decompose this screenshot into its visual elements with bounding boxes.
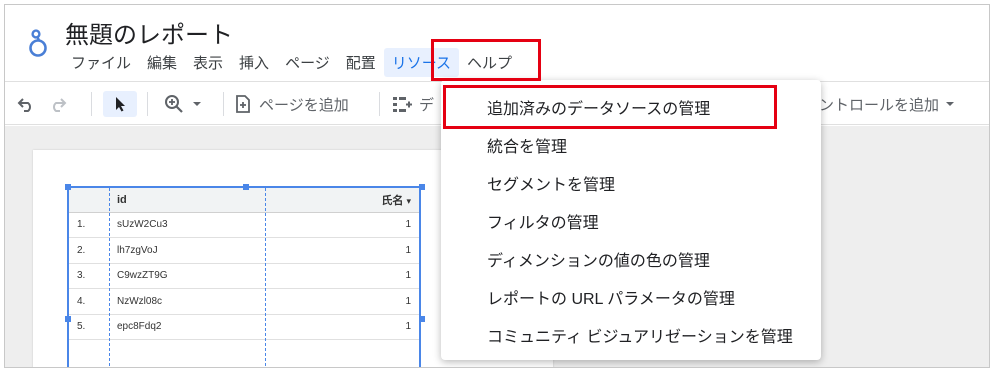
- table-row: 5. epc8Fdq2 1: [69, 314, 419, 340]
- toolbar-divider: [91, 92, 92, 116]
- add-page-label: ページを追加: [259, 96, 349, 114]
- data-studio-logo-icon[interactable]: [25, 27, 51, 59]
- add-data-icon: [393, 97, 412, 112]
- row-name: 1: [269, 263, 419, 289]
- add-page-icon: [236, 95, 250, 113]
- menu-help[interactable]: ヘルプ: [459, 48, 520, 77]
- redo-icon[interactable]: [45, 91, 71, 117]
- add-control-button[interactable]: ントロールを追加: [819, 91, 985, 117]
- row-number: 2.: [69, 237, 109, 264]
- menu-bar: ファイル 編集 表示 挿入 ページ 配置 リソース ヘルプ: [63, 47, 520, 77]
- menu-page[interactable]: ページ: [277, 48, 338, 77]
- table-row: 1. sUzW2Cu3 1: [69, 212, 419, 238]
- select-pointer-icon[interactable]: [103, 91, 137, 117]
- resize-handle[interactable]: [419, 184, 425, 190]
- menu-item-manage-data-sources[interactable]: 追加済みのデータソースの管理: [441, 88, 821, 126]
- menu-item-manage-blends[interactable]: 統合を管理: [441, 126, 821, 164]
- row-id: NzWzl08c: [109, 288, 269, 315]
- table-header-row: id 氏名 ▾: [69, 188, 419, 213]
- sort-icon: ▾: [406, 195, 411, 206]
- resize-handle[interactable]: [419, 316, 425, 322]
- menu-resource[interactable]: リソース: [383, 47, 460, 77]
- data-table: id 氏名 ▾ 1. sUzW2Cu3 1 2. lh7zgVoJ 1 3. C…: [69, 188, 419, 340]
- app-window: 無題のレポート ファイル 編集 表示 挿入 ページ 配置 リソース ヘルプ ペー…: [4, 4, 990, 368]
- row-name: 1: [269, 212, 419, 238]
- menu-item-manage-dimension-colors[interactable]: ディメンションの値の色の管理: [441, 240, 821, 278]
- row-name: 1: [269, 237, 419, 264]
- menu-item-manage-url-parameters[interactable]: レポートの URL パラメータの管理: [441, 278, 821, 316]
- report-title[interactable]: 無題のレポート: [65, 15, 233, 50]
- table-row: 4. NzWzl08c 1: [69, 288, 419, 315]
- add-data-label: デ: [419, 96, 435, 114]
- menu-item-manage-filters[interactable]: フィルタの管理: [441, 202, 821, 240]
- toolbar-divider: [147, 92, 148, 116]
- menu-edit[interactable]: 編集: [139, 48, 185, 77]
- header: 無題のレポート ファイル 編集 表示 挿入 ページ 配置 リソース ヘルプ: [5, 5, 989, 81]
- resize-handle[interactable]: [65, 184, 71, 190]
- add-data-button[interactable]: デ: [391, 91, 441, 117]
- row-id: lh7zgVoJ: [109, 237, 269, 264]
- menu-item-manage-community-visualizations[interactable]: コミュニティ ビジュアリゼーションを管理: [441, 316, 821, 354]
- column-guide: [109, 188, 110, 367]
- undo-icon[interactable]: [13, 91, 39, 117]
- resize-handle[interactable]: [65, 316, 71, 322]
- row-number: 5.: [69, 314, 109, 340]
- row-id: sUzW2Cu3: [109, 212, 269, 238]
- toolbar-divider: [379, 92, 380, 116]
- menu-arrange[interactable]: 配置: [338, 48, 384, 77]
- resource-dropdown-menu: 追加済みのデータソースの管理 統合を管理 セグメントを管理 フィルタの管理 ディ…: [441, 80, 821, 360]
- table-chart[interactable]: id 氏名 ▾ 1. sUzW2Cu3 1 2. lh7zgVoJ 1 3. C…: [65, 184, 425, 367]
- menu-file[interactable]: ファイル: [63, 48, 139, 77]
- header-name-label: 氏名: [381, 194, 404, 207]
- add-control-label: ントロールを追加: [819, 96, 940, 114]
- zoom-icon: [165, 95, 183, 113]
- add-page-button[interactable]: ページを追加: [233, 91, 369, 117]
- row-number: 3.: [69, 263, 109, 289]
- row-name: 1: [269, 314, 419, 340]
- chevron-down-icon: [946, 102, 955, 106]
- chevron-down-icon: [193, 102, 201, 106]
- header-name[interactable]: 氏名 ▾: [269, 188, 419, 213]
- toolbar-divider: [223, 92, 224, 116]
- row-id: C9wzZT9G: [109, 263, 269, 289]
- row-number: 1.: [69, 212, 109, 238]
- menu-insert[interactable]: 挿入: [231, 48, 277, 77]
- table-row: 3. C9wzZT9G 1: [69, 263, 419, 289]
- zoom-control[interactable]: [157, 91, 209, 117]
- resize-handle[interactable]: [243, 184, 249, 190]
- header-num: [69, 188, 109, 213]
- menu-item-manage-segments[interactable]: セグメントを管理: [441, 164, 821, 202]
- row-id: epc8Fdq2: [109, 314, 269, 340]
- table-row: 2. lh7zgVoJ 1: [69, 237, 419, 264]
- menu-view[interactable]: 表示: [185, 48, 231, 77]
- header-id[interactable]: id: [109, 188, 269, 213]
- row-name: 1: [269, 288, 419, 315]
- row-number: 4.: [69, 288, 109, 315]
- column-guide: [265, 188, 266, 367]
